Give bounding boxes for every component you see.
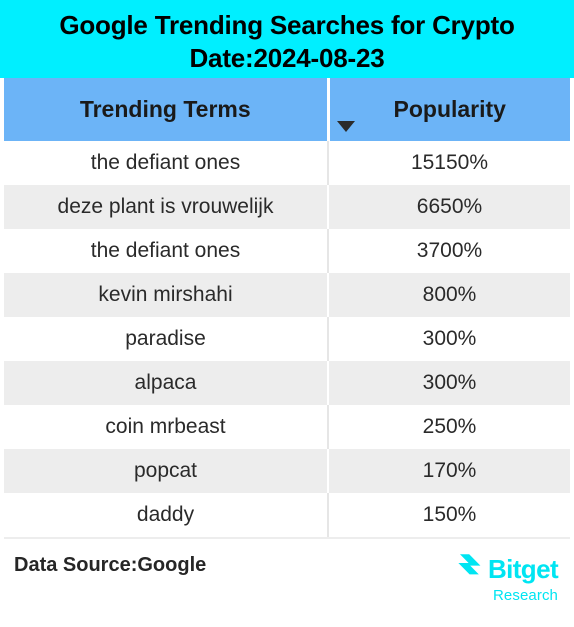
page-date: Date:2024-08-23: [189, 43, 385, 73]
cell-term: alpaca: [4, 361, 329, 405]
table-row[interactable]: daddy 150%: [4, 493, 570, 539]
cell-popularity: 800%: [328, 273, 570, 317]
table-header: Trending Terms Popularity: [4, 78, 570, 141]
column-header-popularity-label: Popularity: [393, 95, 506, 122]
table-row[interactable]: coin mrbeast 250%: [4, 405, 570, 449]
brand-subtitle: Research: [493, 587, 558, 604]
brand-lockup: Bitget: [457, 553, 559, 586]
column-header-trending-terms[interactable]: Trending Terms: [4, 78, 330, 141]
cell-term: paradise: [4, 317, 329, 361]
footer: Data Source:Google Bitget Research: [0, 539, 574, 627]
trending-searches-card: Google Trending Searches for Crypto Date…: [0, 0, 574, 627]
table-container: Trending Terms Popularity the defiant on…: [0, 78, 574, 539]
cell-popularity: 150%: [328, 493, 570, 539]
cell-popularity: 15150%: [410, 151, 489, 174]
bitget-logo-icon: [457, 553, 487, 586]
cell-term: daddy: [4, 493, 329, 539]
cell-popularity: 300%: [422, 327, 477, 350]
table-row[interactable]: alpaca 300%: [4, 361, 570, 405]
table-header-row: Trending Terms Popularity: [4, 78, 570, 141]
table-row[interactable]: paradise 300%: [4, 317, 570, 361]
column-header-popularity[interactable]: Popularity: [328, 78, 570, 141]
table-row[interactable]: kevin mirshahi 800%: [4, 273, 570, 317]
cell-popularity: 250%: [422, 415, 477, 438]
table-row[interactable]: the defiant ones 15150%: [4, 141, 570, 185]
brand-block: Bitget Research: [457, 553, 564, 605]
column-header-trending-terms-label: Trending Terms: [79, 95, 251, 122]
trending-terms-table: Trending Terms Popularity the defiant on…: [4, 78, 570, 539]
cell-popularity: 170%: [328, 449, 570, 493]
data-source-label: Data Source:Google: [14, 554, 207, 576]
page-title: Google Trending Searches for Crypto: [59, 10, 515, 40]
cell-popularity: 300%: [328, 361, 570, 405]
table-row[interactable]: the defiant ones 3700%: [4, 229, 570, 273]
cell-term: the defiant ones: [4, 141, 329, 185]
cell-term: kevin mirshahi: [4, 273, 329, 317]
brand-name: Bitget: [487, 554, 559, 584]
cell-term: coin mrbeast: [4, 405, 329, 449]
cell-term: the defiant ones: [4, 229, 329, 273]
table-body: the defiant ones 15150% deze plant is vr…: [4, 141, 570, 539]
table-row[interactable]: popcat 170%: [4, 449, 570, 493]
triangle-down-icon[interactable]: [336, 121, 355, 132]
title-banner: Google Trending Searches for Crypto Date…: [0, 0, 574, 78]
cell-term: deze plant is vrouwelijk: [4, 185, 329, 229]
cell-term: popcat: [4, 449, 329, 493]
table-row[interactable]: deze plant is vrouwelijk 6650%: [4, 185, 570, 229]
cell-popularity: 3700%: [416, 239, 483, 262]
cell-popularity: 6650%: [328, 185, 570, 229]
